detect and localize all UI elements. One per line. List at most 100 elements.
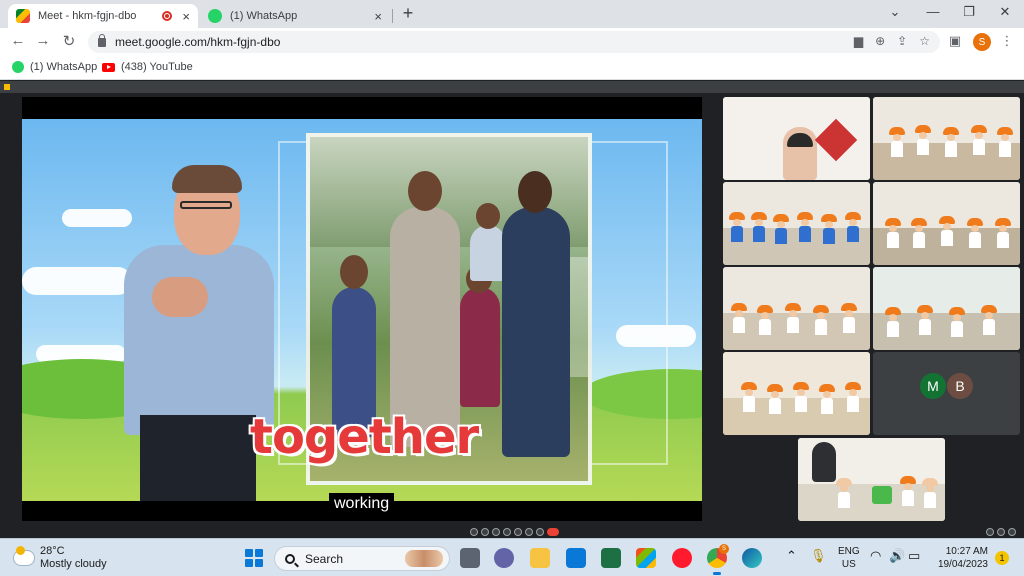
side-panel-icon[interactable]: ▣ (946, 33, 964, 49)
clock-time: 10:27 AM (945, 546, 988, 557)
close-tab-icon[interactable]: × (374, 9, 382, 24)
meet-indicator-icon (4, 84, 10, 90)
others-tile[interactable] (873, 352, 1020, 435)
search-icon (285, 553, 295, 564)
weather-desc: Mostly cloudy (40, 558, 107, 570)
back-icon[interactable]: ← (8, 32, 28, 49)
weather-temp: 28°C (40, 545, 65, 557)
search-highlight-image (405, 550, 443, 567)
zoom-icon[interactable]: ⊕ (875, 34, 885, 48)
address-bar[interactable]: meet.google.com/hkm-fgjn-dbo ▆ ⊕ ⇪ ☆ (88, 31, 940, 53)
windows-start-icon[interactable] (245, 549, 263, 567)
present-icon[interactable] (514, 528, 522, 536)
lang-region: US (841, 559, 856, 570)
tab-whatsapp[interactable]: (1) WhatsApp × (200, 4, 390, 28)
minimize-icon[interactable]: — (918, 4, 948, 19)
person-head (518, 171, 552, 213)
lang-code: ENG (838, 546, 860, 557)
close-window-icon[interactable]: ✕ (990, 4, 1020, 20)
cloudy-weather-icon (14, 546, 34, 565)
show-hidden-icons[interactable]: ⌃ (786, 548, 797, 564)
participant-tile[interactable] (723, 182, 870, 265)
whatsapp-icon (12, 61, 24, 73)
info-icon[interactable] (986, 528, 994, 536)
cloud-shape (62, 209, 132, 227)
google-meet-icon (16, 9, 30, 23)
share-icon[interactable]: ⇪ (897, 34, 907, 48)
presentation-stage[interactable]: together working (22, 97, 702, 521)
presenter-hair (172, 165, 242, 193)
teams-icon[interactable] (494, 548, 514, 568)
menu-kebab-icon[interactable]: ⋮ (998, 33, 1016, 49)
reload-icon[interactable]: ↻ (59, 32, 79, 50)
lock-icon[interactable] (98, 33, 106, 47)
bookmark-whatsapp[interactable]: (1) WhatsApp (12, 61, 97, 73)
meet-controls (0, 526, 1024, 538)
bookmark-youtube[interactable]: (438) YouTube (102, 61, 193, 73)
person-head (340, 255, 368, 289)
presenter-shirt (124, 245, 274, 435)
opera-icon[interactable] (672, 548, 692, 568)
url-text: meet.google.com/hkm-fgjn-dbo (115, 35, 281, 49)
participant-tile[interactable] (873, 267, 1020, 350)
store-icon[interactable] (636, 548, 656, 568)
cloud-shape (22, 267, 132, 295)
recording-icon (162, 11, 173, 21)
volume-icon[interactable]: 🔊 (889, 548, 905, 564)
person-mother (502, 207, 570, 457)
captions-icon[interactable] (492, 528, 500, 536)
chrome-icon[interactable]: S (707, 544, 729, 575)
taskbar-search[interactable]: Search (274, 546, 450, 571)
bookmark-label: (438) YouTube (121, 61, 193, 73)
weather-widget[interactable]: 28°C Mostly cloudy (14, 545, 107, 571)
participant-avatar: M (920, 373, 946, 399)
tab-title: (1) WhatsApp (230, 10, 298, 22)
participant-tile[interactable] (723, 267, 870, 350)
participant-tile[interactable] (873, 182, 1020, 265)
wifi-icon[interactable]: ◠ (870, 548, 881, 564)
self-view-tile[interactable] (798, 438, 945, 521)
microphone-icon[interactable]: 🎙 (810, 548, 827, 564)
excel-icon[interactable] (601, 548, 621, 568)
new-tab-button[interactable]: + (398, 3, 418, 24)
chat-icon[interactable] (1008, 528, 1016, 536)
language-indicator[interactable]: ENG US (838, 545, 860, 571)
person-toddler (470, 225, 506, 281)
whatsapp-icon (208, 9, 222, 23)
camera-toggle-icon[interactable] (481, 528, 489, 536)
mic-icon[interactable] (470, 528, 478, 536)
tab-search-icon[interactable]: ⌄ (880, 4, 910, 20)
camera-icon[interactable]: ▆ (854, 34, 863, 48)
file-explorer-icon[interactable] (530, 548, 550, 568)
person-head (408, 171, 442, 211)
tab-title: Meet - hkm-fgjn-dbo (38, 10, 137, 22)
glasses-icon (180, 201, 232, 209)
leave-call-button[interactable] (547, 528, 559, 536)
chrome-profile-badge: S (719, 544, 729, 554)
profile-avatar[interactable]: S (973, 33, 991, 51)
emoji-icon[interactable] (503, 528, 511, 536)
people-icon[interactable] (997, 528, 1005, 536)
youtube-icon (102, 62, 115, 72)
battery-icon[interactable]: ▭ (908, 548, 920, 564)
participant-tile[interactable] (723, 97, 870, 180)
participant-tile[interactable] (873, 97, 1020, 180)
close-tab-icon[interactable]: × (182, 9, 190, 24)
restore-icon[interactable]: ❐ (954, 4, 984, 20)
edge-icon[interactable] (742, 548, 762, 568)
bookmark-label: (1) WhatsApp (30, 61, 98, 73)
overlay-word: together (250, 409, 479, 465)
notification-badge[interactable]: 1 (995, 551, 1009, 565)
signing-hands (152, 277, 208, 317)
system-clock[interactable]: 10:27 AM 19/04/2023 (934, 545, 988, 571)
bookmark-star-icon[interactable]: ☆ (919, 34, 930, 48)
more-options-icon[interactable] (536, 528, 544, 536)
participant-tile[interactable] (723, 352, 870, 435)
tab-meet[interactable]: Meet - hkm-fgjn-dbo × (8, 4, 198, 28)
browser-toolbar: ← → ↻ meet.google.com/hkm-fgjn-dbo ▆ ⊕ ⇪… (0, 28, 1024, 56)
mail-icon[interactable] (566, 548, 586, 568)
forward-icon[interactable]: → (33, 32, 53, 49)
task-view-icon[interactable] (460, 548, 480, 568)
meet-top-strip (0, 81, 1024, 93)
raise-hand-icon[interactable] (525, 528, 533, 536)
